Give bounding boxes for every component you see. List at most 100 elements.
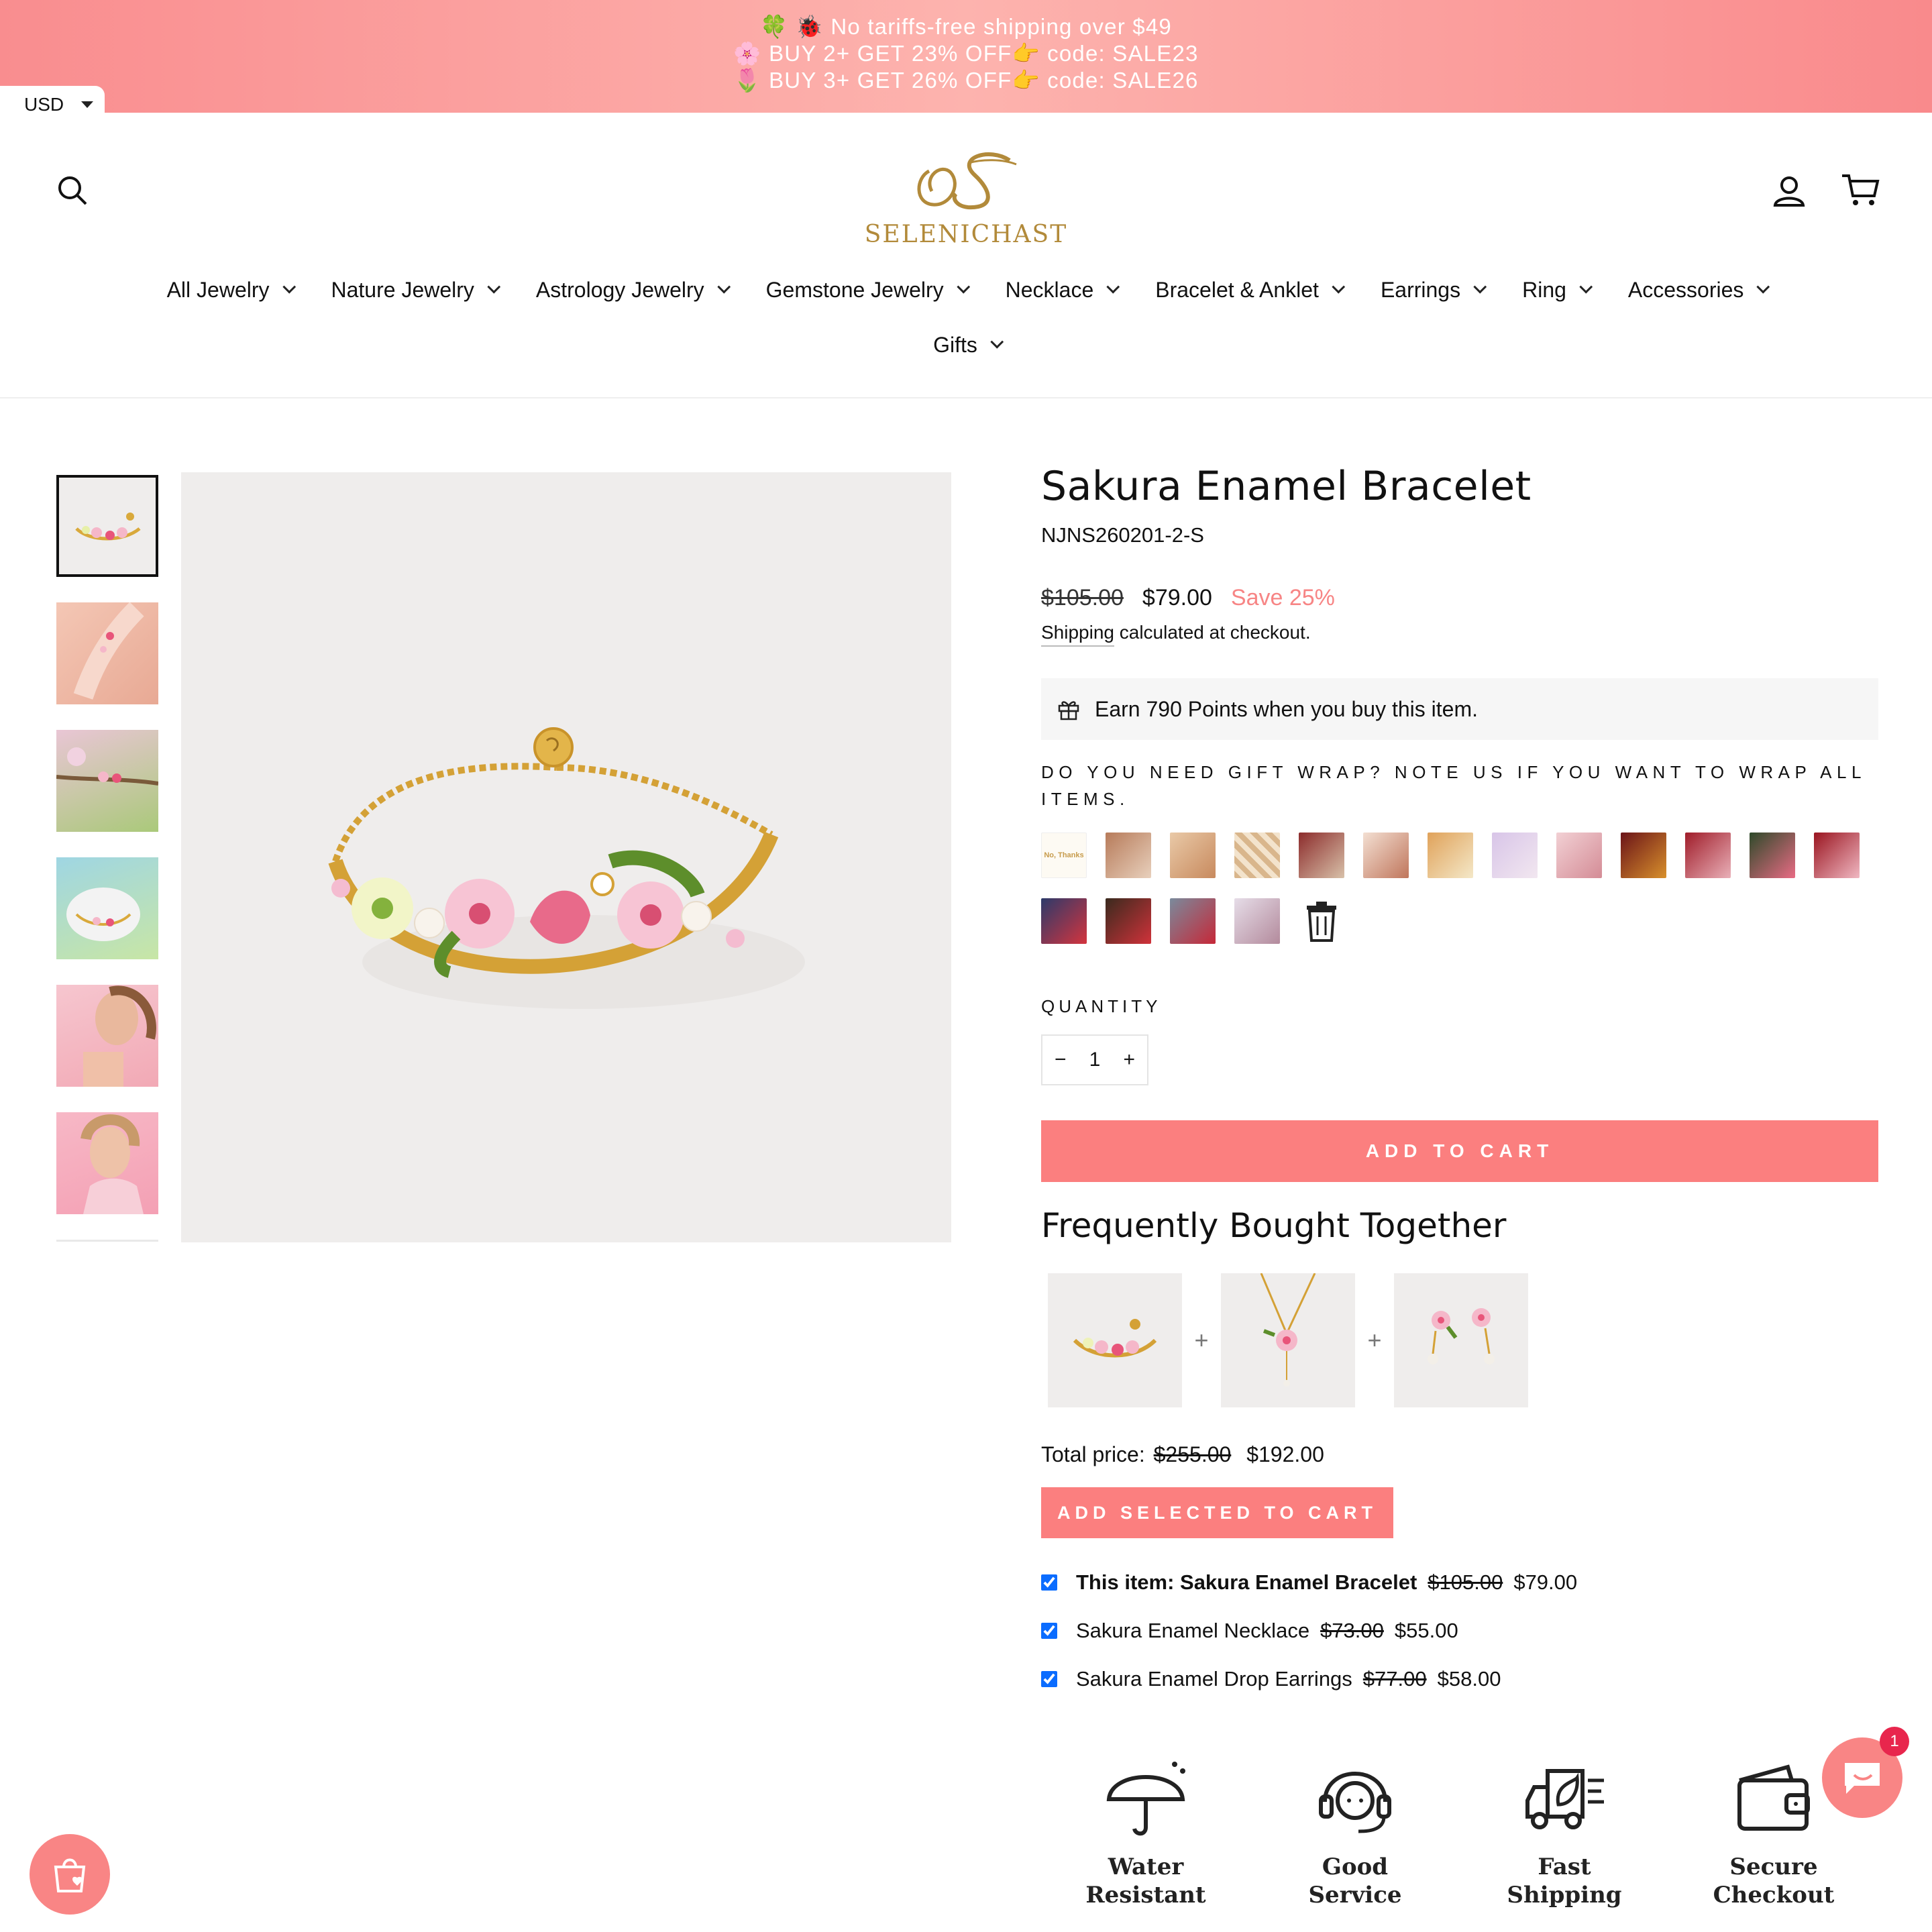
fbt-item-checkbox[interactable] — [1041, 1623, 1057, 1639]
fbt-total-sale: $192.00 — [1246, 1442, 1324, 1466]
thumbnail-model-hand[interactable] — [56, 985, 158, 1087]
gift-wrap-option[interactable] — [1814, 833, 1860, 878]
fbt-title: Frequently Bought Together — [1041, 1206, 1507, 1245]
umbrella-icon — [1106, 1762, 1185, 1836]
caret-down-icon — [81, 101, 94, 108]
nav-gemstone-jewelry[interactable]: Gemstone Jewelry — [746, 278, 985, 303]
gift-wrap-option[interactable] — [1234, 898, 1280, 944]
gift-wrap-option[interactable] — [1685, 833, 1731, 878]
thumbnail-model-portrait[interactable] — [56, 1112, 158, 1214]
gift-wrap-option[interactable] — [1106, 833, 1151, 878]
gift-wrap-none-label: No, Thanks — [1044, 851, 1084, 859]
chat-bubble-icon — [1845, 1763, 1880, 1794]
feature-line: Secure — [1729, 1854, 1818, 1880]
nav-label: Gemstone Jewelry — [765, 277, 944, 302]
gift-wrap-option[interactable] — [1234, 833, 1280, 878]
quantity-value[interactable]: 1 — [1089, 1049, 1101, 1071]
trash-icon[interactable] — [1299, 898, 1344, 944]
nav-label: Bracelet & Anklet — [1155, 277, 1319, 302]
nav-accessories[interactable]: Accessories — [1608, 278, 1786, 303]
fbt-total: Total price: $255.00 $192.00 — [1041, 1442, 1878, 1467]
gift-wrap-option[interactable] — [1363, 833, 1409, 878]
currency-value: USD — [24, 94, 64, 115]
fbt-total-label: Total price: — [1041, 1442, 1145, 1466]
gift-wrap-options: No, Thanks — [1041, 833, 1878, 964]
add-selected-to-cart-button[interactable]: ADD SELECTED TO CART — [1041, 1487, 1394, 1538]
fbt-earrings-image[interactable] — [1394, 1273, 1528, 1407]
fbt-bracelet-image[interactable] — [1048, 1273, 1182, 1407]
gift-wrap-option[interactable] — [1750, 833, 1795, 878]
feature-water-resistant: Water Resistant — [1041, 1758, 1250, 1909]
reward-points-banner: Earn 790 Points when you buy this item. — [1041, 678, 1878, 740]
cart-icon[interactable] — [1841, 172, 1880, 211]
thumbnail-on-plate[interactable] — [56, 857, 158, 959]
quantity-increase-button[interactable]: + — [1123, 1049, 1135, 1071]
nav-bracelet-anklet[interactable]: Bracelet & Anklet — [1135, 278, 1360, 303]
nav-label: Nature Jewelry — [331, 277, 474, 302]
nav-nature-jewelry[interactable]: Nature Jewelry — [311, 278, 516, 303]
rewards-launcher-button[interactable] — [30, 1834, 110, 1915]
gift-wrap-option[interactable] — [1621, 833, 1666, 878]
fbt-plus: + — [1367, 1326, 1382, 1354]
thumbnail-worn-wrist[interactable] — [56, 602, 158, 704]
currency-selector[interactable]: USD — [0, 86, 105, 123]
thumbnail-scroll-indicator — [56, 1240, 158, 1242]
chevron-down-icon — [1332, 280, 1346, 294]
shopping-bag-heart-icon — [54, 1858, 86, 1892]
fbt-item-sale-price: $55.00 — [1394, 1619, 1458, 1642]
fbt-item-name[interactable]: Sakura Enamel Necklace — [1076, 1619, 1309, 1643]
nav-necklace[interactable]: Necklace — [985, 278, 1136, 303]
nav-ring[interactable]: Ring — [1502, 278, 1608, 303]
thumbnail-bracelet[interactable] — [56, 475, 158, 577]
fbt-item-checkbox[interactable] — [1041, 1671, 1057, 1687]
announcement-line: 🌸 BUY 2+ GET 23% OFF👉 code: SALE23 — [733, 41, 1199, 66]
brand-logo[interactable]: SELENICHAST — [859, 144, 1073, 258]
gift-wrap-option[interactable] — [1170, 833, 1216, 878]
quantity-decrease-button[interactable]: − — [1055, 1049, 1067, 1071]
shipping-link[interactable]: Shipping — [1041, 622, 1114, 647]
chevron-down-icon — [990, 335, 1004, 349]
feature-fast-shipping: Fast Shipping — [1460, 1758, 1669, 1909]
feature-line: Fast — [1538, 1854, 1591, 1880]
announcement-bar: 🍀 🐞 No tariffs-free shipping over $49 🌸 … — [0, 0, 1932, 113]
feature-line: Resistant — [1085, 1882, 1206, 1909]
nav-all-jewelry[interactable]: All Jewelry — [147, 278, 311, 303]
fbt-item-sale-price: $58.00 — [1437, 1667, 1501, 1690]
gift-wrap-option[interactable] — [1041, 898, 1087, 944]
search-icon[interactable] — [56, 174, 89, 210]
headset-icon — [1319, 1772, 1391, 1833]
main-product-image[interactable] — [181, 472, 951, 1242]
fbt-item-name[interactable]: Sakura Enamel Drop Earrings — [1076, 1667, 1352, 1691]
feature-good-service: Good Service — [1250, 1758, 1460, 1909]
nav-gifts[interactable]: Gifts — [913, 333, 1019, 358]
fbt-total-original: $255.00 — [1153, 1442, 1232, 1466]
gift-wrap-label: DO YOU NEED GIFT WRAP? NOTE US IF YOU WA… — [1041, 762, 1866, 809]
points-text: Earn 790 Points when you buy this item. — [1095, 696, 1478, 721]
chevron-down-icon — [487, 280, 501, 294]
gift-wrap-option[interactable] — [1492, 833, 1538, 878]
account-icon[interactable] — [1772, 174, 1806, 211]
gift-wrap-option[interactable] — [1556, 833, 1602, 878]
gift-wrap-option[interactable] — [1299, 833, 1344, 878]
gift-wrap-option[interactable] — [1106, 898, 1151, 944]
gift-wrap-option[interactable] — [1170, 898, 1216, 944]
thumbnail-strip — [56, 475, 158, 1240]
feature-line: Water — [1108, 1854, 1184, 1880]
fbt-item-original-price: $105.00 — [1428, 1570, 1503, 1594]
add-to-cart-button[interactable]: ADD TO CART — [1041, 1120, 1878, 1182]
gift-icon — [1058, 701, 1079, 720]
fbt-item-checkbox[interactable] — [1041, 1574, 1057, 1591]
chevron-down-icon — [956, 280, 970, 294]
chevron-down-icon — [716, 280, 731, 294]
header-divider — [0, 397, 1932, 398]
truck-icon — [1525, 1769, 1604, 1829]
gift-wrap-none-option[interactable]: No, Thanks — [1041, 833, 1087, 878]
save-badge: Save 25% — [1230, 585, 1335, 610]
thumbnail-sakura-branch[interactable] — [56, 730, 158, 832]
fbt-necklace-image[interactable] — [1221, 1273, 1355, 1407]
nav-earrings[interactable]: Earrings — [1360, 278, 1502, 303]
quantity-stepper: − 1 + — [1041, 1034, 1148, 1085]
price-original: $105.00 — [1041, 585, 1124, 610]
gift-wrap-option[interactable] — [1428, 833, 1473, 878]
nav-astrology-jewelry[interactable]: Astrology Jewelry — [516, 278, 746, 303]
